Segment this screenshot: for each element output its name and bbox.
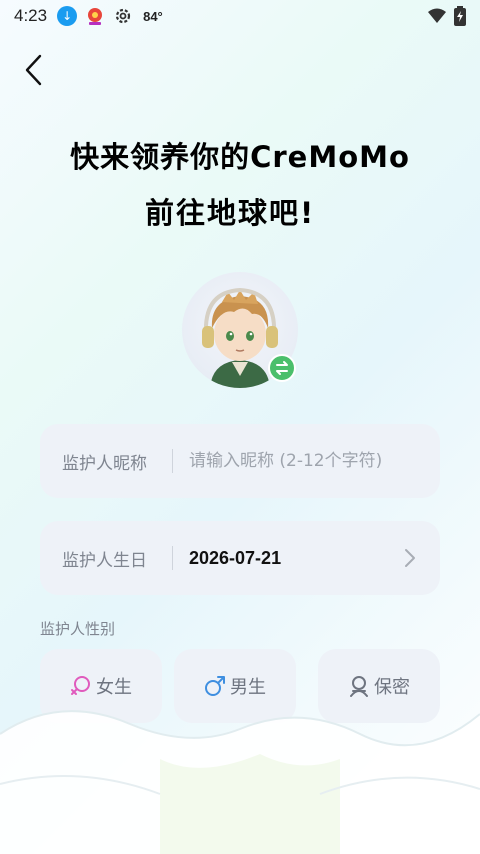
birthday-value: 2026-07-21 <box>189 547 282 568</box>
avatar-switch-button[interactable] <box>268 354 296 382</box>
nickname-input[interactable] <box>189 451 419 471</box>
back-button[interactable] <box>20 52 52 88</box>
chevron-right-icon <box>405 549 415 567</box>
wifi-icon <box>428 8 446 28</box>
avatar[interactable] <box>182 272 298 388</box>
download-icon: ↓ <box>57 6 78 26</box>
nickname-label: 监护人昵称 <box>62 453 147 474</box>
nickname-field[interactable]: 监护人昵称 <box>40 424 440 498</box>
decorative-hills-image <box>0 710 480 854</box>
page-title-line2: 前往地球吧! <box>145 196 316 230</box>
gender-label: 监护人性别 <box>40 620 116 638</box>
status-time: 4:23 <box>14 6 48 25</box>
settings-icon <box>113 6 133 26</box>
app-notification-icon <box>85 6 105 26</box>
battery-icon <box>454 6 466 30</box>
field-divider <box>172 546 173 570</box>
page-title-line1: 快来领养你的CreMoMo <box>70 140 410 174</box>
chevron-left-icon <box>25 54 42 86</box>
temperature: 84° <box>143 8 163 24</box>
birthday-field[interactable]: 监护人生日 2026-07-21 <box>40 521 440 595</box>
status-bar: 4:23 ↓ 84° <box>0 0 480 32</box>
birthday-label: 监护人生日 <box>62 550 147 571</box>
swap-icon <box>276 361 288 375</box>
field-divider <box>172 449 173 473</box>
